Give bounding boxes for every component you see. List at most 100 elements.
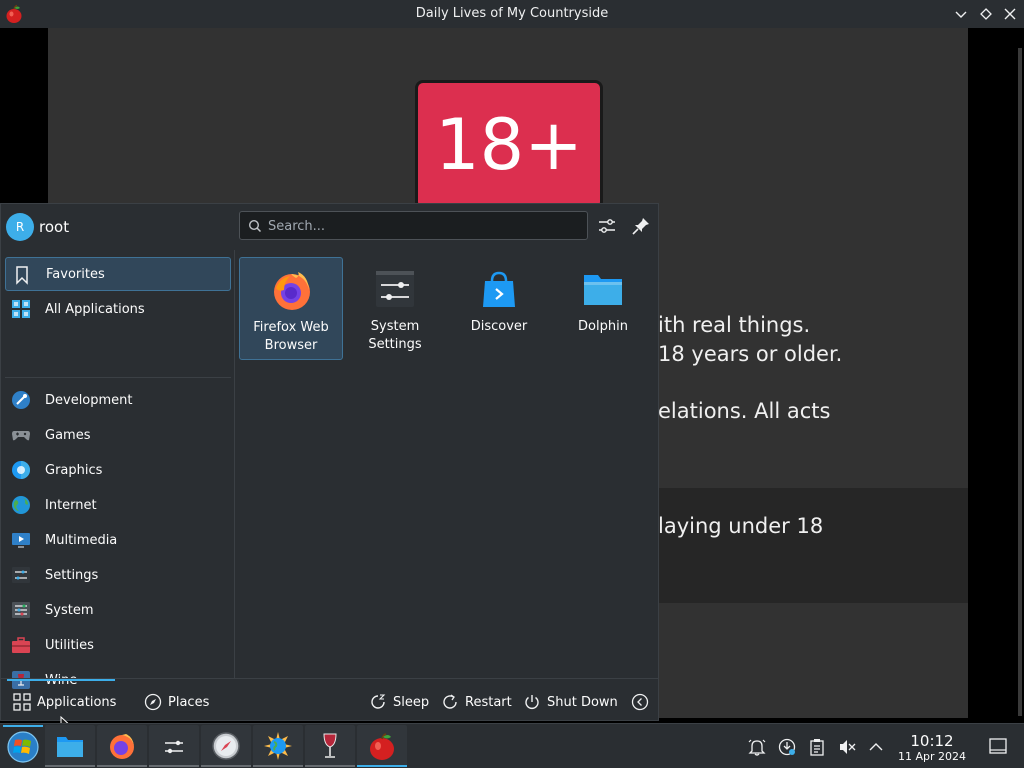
grid-icon	[12, 300, 30, 318]
task-game[interactable]	[357, 725, 407, 767]
apple-icon	[370, 733, 394, 760]
task-firefox[interactable]	[97, 725, 147, 767]
updates-icon[interactable]	[777, 737, 797, 757]
task-indicator	[253, 765, 303, 767]
app-tile-label: Dolphin	[578, 319, 628, 334]
avatar[interactable]: R	[6, 213, 34, 241]
clipboard-icon[interactable]	[807, 737, 827, 757]
notifications-icon[interactable]	[747, 737, 767, 757]
firefox-icon	[274, 272, 310, 310]
taskbar: 10:12 11 Apr 2024	[0, 723, 1024, 768]
category-development[interactable]: Development	[5, 383, 231, 417]
search-field[interactable]	[239, 211, 588, 240]
system-settings-icon	[161, 734, 187, 758]
folder-icon	[584, 275, 622, 305]
task-internet[interactable]	[253, 725, 303, 767]
chevron-left-circle-icon	[631, 693, 649, 711]
scrollbar[interactable]	[1018, 48, 1022, 716]
button-label: Restart	[465, 694, 512, 710]
category-favorites[interactable]: Favorites	[5, 257, 231, 291]
search-input[interactable]	[268, 216, 578, 236]
category-label: All Applications	[45, 301, 145, 317]
active-indicator	[3, 725, 43, 727]
chevron-down-icon	[955, 11, 967, 18]
category-internet[interactable]: Internet	[5, 488, 231, 522]
sleep-button[interactable]: Sleep	[369, 692, 429, 712]
bookmark-icon	[16, 266, 28, 285]
show-desktop-icon[interactable]	[988, 736, 1008, 756]
button-label: Shut Down	[547, 694, 618, 710]
task-indicator	[305, 765, 355, 767]
category-games[interactable]: Games	[5, 418, 231, 452]
launcher-header: R root	[1, 204, 658, 250]
app-tile-firefox[interactable]: Firefox Web Browser	[239, 257, 343, 360]
category-label: Graphics	[45, 462, 103, 478]
game-text-line: 18 years or older.	[658, 342, 843, 366]
clock-date: 11 Apr 2024	[897, 750, 966, 763]
firefox-icon	[110, 734, 134, 759]
app-tile-system-settings[interactable]: System Settings	[343, 257, 447, 360]
app-tile-discover[interactable]: Discover	[447, 257, 551, 360]
leave-more-button[interactable]	[631, 692, 655, 712]
close-button[interactable]	[1002, 6, 1018, 22]
compass-icon	[212, 732, 240, 760]
category-system[interactable]: System	[5, 593, 231, 627]
category-graphics[interactable]: Graphics	[5, 453, 231, 487]
game-margin-right	[968, 28, 1024, 718]
age-rating-badge: 18+	[415, 80, 603, 210]
category-label: Multimedia	[45, 532, 118, 548]
system-settings-icon	[376, 271, 414, 307]
pin-icon[interactable]	[630, 215, 652, 237]
tab-places[interactable]: Places	[144, 692, 209, 712]
application-launcher: R root Favorites All Applications Develo…	[0, 203, 659, 721]
folder-icon	[57, 737, 83, 757]
button-label: Sleep	[393, 694, 430, 710]
app-tile-dolphin[interactable]: Dolphin	[551, 257, 655, 360]
restart-button[interactable]: Restart	[441, 692, 512, 712]
toolbox-icon	[12, 637, 30, 653]
multimedia-icon	[12, 533, 30, 548]
task-system-settings[interactable]	[149, 725, 199, 767]
category-settings[interactable]: Settings	[5, 558, 231, 592]
category-all-applications[interactable]: All Applications	[5, 292, 231, 326]
category-utilities[interactable]: Utilities	[5, 628, 231, 662]
shutdown-button[interactable]: Shut Down	[523, 692, 618, 712]
globe-icon	[12, 496, 30, 514]
tab-label: Places	[168, 694, 210, 710]
graphics-icon	[12, 461, 30, 479]
task-safari[interactable]	[201, 725, 251, 767]
task-indicator	[45, 765, 95, 767]
task-indicator	[149, 765, 199, 767]
grid-icon	[13, 693, 31, 711]
tab-label: Applications	[37, 694, 117, 710]
launcher-footer: Applications Places Sleep Restart Shut D…	[1, 678, 658, 722]
clock-time: 10:12	[910, 732, 954, 750]
active-tab-indicator	[7, 679, 115, 681]
volume-muted-icon[interactable]	[837, 737, 857, 757]
search-icon	[248, 219, 262, 233]
game-text-line: ith real things.	[658, 313, 811, 337]
app-launcher-button[interactable]	[3, 725, 43, 767]
configure-icon[interactable]	[596, 215, 618, 237]
system-icon	[12, 602, 30, 618]
favorites-grid: Firefox Web Browser System Settings Disc…	[236, 250, 658, 678]
task-wine[interactable]	[305, 725, 355, 767]
compass-icon	[144, 693, 162, 711]
divider	[5, 377, 231, 378]
username: root	[39, 218, 70, 236]
category-label: Utilities	[45, 637, 94, 653]
maximize-button[interactable]	[978, 6, 994, 22]
wine-icon	[323, 733, 337, 758]
app-tile-label: System Settings	[368, 319, 422, 352]
gamepad-icon	[12, 431, 30, 441]
minimize-button[interactable]	[953, 6, 969, 22]
chevron-up-icon[interactable]	[866, 737, 886, 757]
task-dolphin[interactable]	[45, 725, 95, 767]
category-label: Internet	[45, 497, 97, 513]
task-indicator	[97, 765, 147, 767]
window-titlebar: Daily Lives of My Countryside	[0, 0, 1024, 28]
tab-applications[interactable]: Applications	[13, 692, 116, 712]
app-tile-label: Firefox Web Browser	[253, 320, 329, 353]
category-multimedia[interactable]: Multimedia	[5, 523, 231, 557]
diamond-icon	[980, 8, 992, 20]
